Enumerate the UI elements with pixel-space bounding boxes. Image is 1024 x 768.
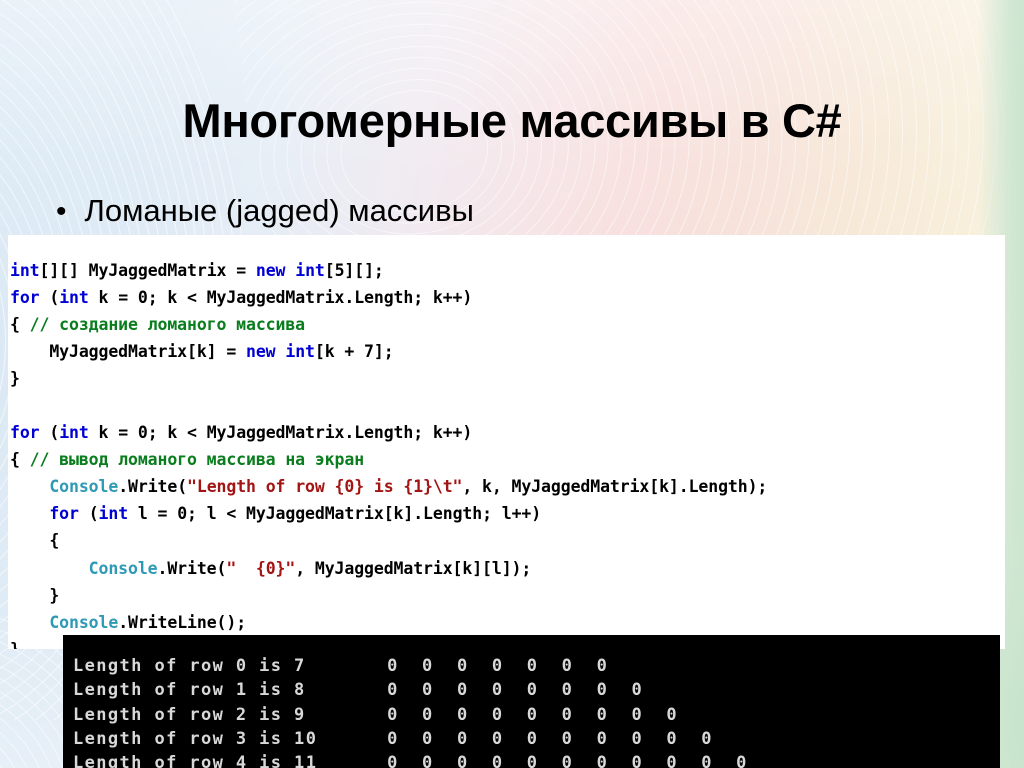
code-token-pl: .WriteLine(); [118, 612, 247, 632]
code-token-kw: for [49, 504, 79, 524]
code-token-pl: ( [39, 423, 60, 443]
code-token-pl: .Write( [157, 558, 227, 578]
slide-canvas: Многомерные массивы в C# • Ломаные (jagg… [0, 0, 1024, 768]
code-token-pl: [k + 7]; [314, 341, 394, 361]
code-token-kw: int [98, 504, 129, 524]
code-token-kw: for [10, 423, 40, 443]
code-token-cmt: // вывод ломаного массива на экран [29, 450, 365, 470]
code-token-cls: Console [49, 612, 119, 632]
code-token-str: "Length of row {0} is {1}\t" [187, 477, 463, 497]
console-output-panel: Length of row 0 is 7 0 0 0 0 0 0 0 Lengt… [63, 635, 1000, 768]
code-token-pl: } [10, 585, 60, 605]
bullet-marker-icon: • [56, 195, 67, 228]
code-token-pl: } [10, 368, 20, 388]
console-output-text: Length of row 0 is 7 0 0 0 0 0 0 0 Lengt… [73, 656, 748, 768]
code-token-kw: int [59, 423, 89, 443]
code-token-pl: .Write( [118, 477, 188, 497]
slide-title: Многомерные массивы в C# [182, 94, 842, 148]
bullet-item: • Ломаные (jagged) массивы [56, 192, 474, 230]
code-listing-text: int[][] MyJaggedMatrix = new int[5][]; f… [10, 257, 767, 650]
code-token-pl: ( [78, 504, 99, 524]
code-token-pl: l = 0; l < MyJaggedMatrix[k].Length; l++… [128, 504, 542, 524]
code-token-pl: , k, MyJaggedMatrix[k].Length); [462, 477, 768, 497]
code-token-str: " {0}" [226, 558, 296, 578]
code-token-pl: } [10, 640, 20, 649]
code-token-kw: int [59, 287, 89, 307]
code-token-pl: [][] MyJaggedMatrix = [39, 260, 256, 280]
code-token-pl: MyJaggedMatrix[k] = [10, 341, 247, 361]
code-token-kw: for [10, 287, 40, 307]
code-token-pl: [5][]; [324, 260, 384, 280]
code-listing-panel: int[][] MyJaggedMatrix = new int[5][]; f… [8, 235, 1005, 649]
code-token-kw: int [295, 260, 325, 280]
code-token-kw: int [10, 260, 40, 280]
code-token-kw: new [246, 341, 276, 361]
bullet-label: Ломаные (jagged) массивы [84, 193, 474, 228]
code-token-pl: { [10, 531, 60, 551]
code-token-pl: { [10, 450, 30, 470]
code-token-cls: Console [88, 558, 158, 578]
code-token-pl: ( [39, 287, 60, 307]
code-token-cls: Console [49, 477, 119, 497]
code-token-pl: k = 0; k < MyJaggedMatrix.Length; k++) [88, 287, 473, 307]
code-token-pl: { [10, 314, 30, 334]
code-token-cmt: // создание ломаного массива [29, 314, 306, 334]
code-token-kw: int [285, 341, 315, 361]
code-token-pl: k = 0; k < MyJaggedMatrix.Length; k++) [88, 423, 473, 443]
code-token-kw: new [255, 260, 286, 280]
code-token-pl: , MyJaggedMatrix[k][l]); [295, 558, 532, 578]
